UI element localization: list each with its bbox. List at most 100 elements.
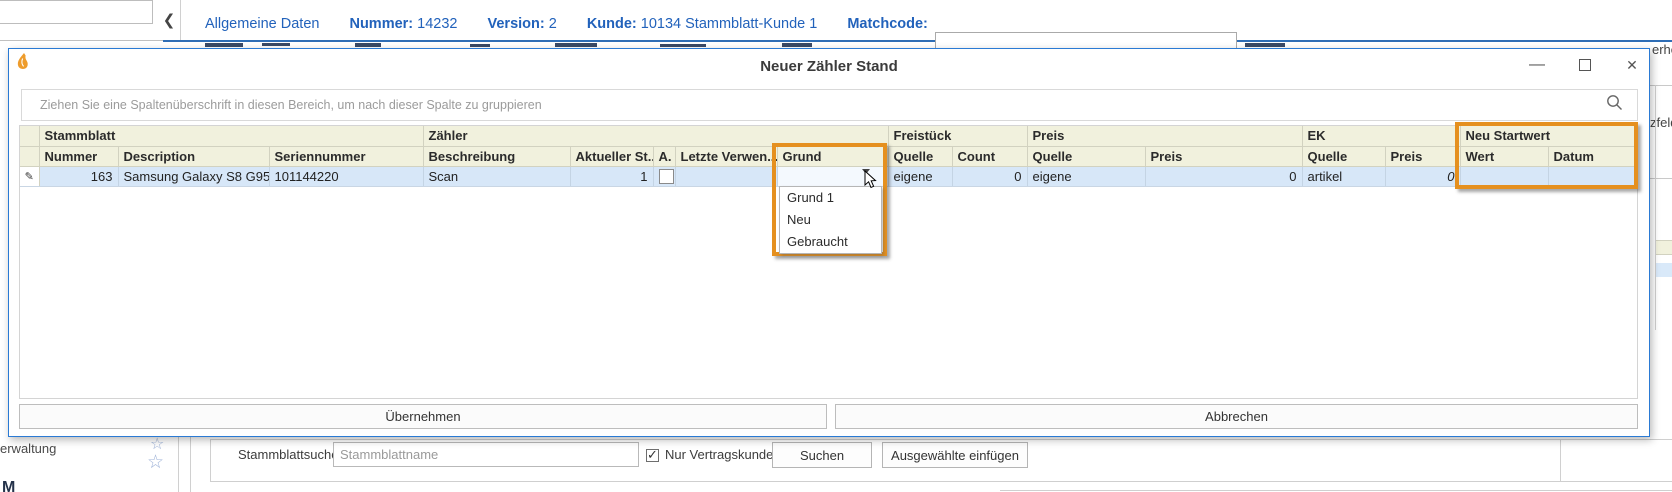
panel-border <box>210 439 1672 440</box>
favorite-star-icon[interactable]: ☆ <box>150 438 164 452</box>
stammblattsuche-label: Stammblattsuche <box>238 442 338 468</box>
group-header-blank <box>20 126 39 146</box>
abbrechen-button[interactable]: Abbrechen <box>835 404 1638 429</box>
cell-preis-preis: 0 <box>1145 166 1302 186</box>
record-matchcode[interactable]: Matchcode: <box>847 16 928 32</box>
group-header-neu-startwert[interactable]: Neu Startwert <box>1460 126 1638 146</box>
cell-ek-preis: 0 <box>1385 166 1460 186</box>
clipped-text-fragment <box>205 43 243 47</box>
record-customer[interactable]: Kunde: 10134 Stammblatt-Kunde 1 <box>587 16 818 32</box>
column-header-a[interactable]: A. <box>653 146 675 166</box>
bg-header-underline <box>163 40 1672 42</box>
bg-right-fragment-top: erhe <box>1652 42 1672 57</box>
column-header-datum[interactable]: Datum <box>1548 146 1638 166</box>
column-header-description[interactable]: Description <box>118 146 269 166</box>
cell-freistueck-quelle: eigene <box>888 166 952 186</box>
column-header-count[interactable]: Count <box>952 146 1027 166</box>
cell-neu-wert <box>1460 166 1548 186</box>
group-by-drop-area[interactable]: Ziehen Sie eine Spaltenüberschrift in di… <box>21 89 1638 121</box>
suchen-button[interactable]: Suchen <box>772 442 872 468</box>
cell-a-checkbox[interactable] <box>653 166 675 186</box>
group-header-row: Stammblatt Zähler Freistück Preis EK Neu… <box>20 126 1638 146</box>
bg-input-fragment <box>935 32 1237 49</box>
column-header-preis-quelle[interactable]: Quelle <box>1027 146 1145 166</box>
column-header-wert[interactable]: Wert <box>1460 146 1548 166</box>
nur-vertragskunde-checkbox[interactable] <box>646 449 659 462</box>
column-header-ek-quelle[interactable]: Quelle <box>1302 146 1385 166</box>
mouse-cursor-icon <box>864 170 877 194</box>
group-header-stammblatt[interactable]: Stammblatt <box>39 126 423 146</box>
dialog-title: Neuer Zähler Stand <box>9 58 1649 75</box>
column-header-grund[interactable]: Grund <box>777 146 888 166</box>
clipped-text-fragment <box>355 43 381 47</box>
record-header-section[interactable]: Allgemeine Daten <box>205 16 319 32</box>
a-checkbox[interactable] <box>659 169 674 184</box>
dropdown-option-gebraucht[interactable]: Gebraucht <box>780 231 881 253</box>
uebernehmen-button[interactable]: Übernehmen <box>19 404 827 429</box>
bg-right-fragment-mid: zfeld <box>1650 115 1672 130</box>
nur-vertragskunde-label: Nur Vertragskunde <box>665 442 773 468</box>
stammblattname-input[interactable] <box>333 442 639 467</box>
cell-seriennummer: 101144220 <box>269 166 423 186</box>
grund-dropdown-list: Grund 1 Neu Gebraucht <box>779 186 882 254</box>
cell-beschreibung: Scan <box>423 166 570 186</box>
panel-border <box>210 481 1672 482</box>
clipped-text-fragment <box>555 43 597 47</box>
maximize-button[interactable] <box>1571 55 1599 75</box>
record-number[interactable]: Nummer: 14232 <box>349 16 457 32</box>
bg-grid-row-fragment <box>1656 263 1672 277</box>
close-button[interactable]: ✕ <box>1618 55 1646 75</box>
counter-grid: Stammblatt Zähler Freistück Preis EK Neu… <box>19 125 1638 399</box>
bg-line <box>1000 490 1672 491</box>
record-header: Allgemeine Daten Nummer: 14232 Version: … <box>205 12 928 36</box>
cell-freistueck-count: 0 <box>952 166 1027 186</box>
nav-item-fragment: erwaltung <box>0 441 56 456</box>
bg-divider <box>178 437 179 492</box>
bg-divider <box>1655 85 1656 330</box>
cell-ek-quelle: artikel <box>1302 166 1385 186</box>
column-header-ek-preis[interactable]: Preis <box>1385 146 1460 166</box>
column-header-preis[interactable]: Preis <box>1145 146 1302 166</box>
panel-border <box>210 439 211 481</box>
clipped-text-fragment <box>660 44 706 47</box>
column-header-freistueck-quelle[interactable]: Quelle <box>888 146 952 166</box>
bg-line <box>1650 178 1672 179</box>
column-header-seriennummer[interactable]: Seriennummer <box>269 146 423 166</box>
cell-preis-quelle: eigene <box>1027 166 1145 186</box>
cell-description: Samsung Galaxy S8 G95... <box>118 166 269 186</box>
clipped-text-fragment <box>470 44 490 47</box>
group-header-freistueck[interactable]: Freistück <box>888 126 1027 146</box>
minimize-button[interactable]: — <box>1523 55 1551 75</box>
panel-border <box>1560 439 1561 481</box>
grid-row[interactable]: ✎ 163 Samsung Galaxy S8 G95... 101144220… <box>20 166 1638 186</box>
record-version[interactable]: Version: 2 <box>487 16 556 32</box>
bg-divider <box>190 437 191 492</box>
ausgewaehlte-einfuegen-button[interactable]: Ausgewählte einfügen <box>882 442 1028 468</box>
clipped-nav-fragment: M <box>2 479 15 492</box>
favorite-star-icon[interactable]: ☆ <box>147 456 164 470</box>
dropdown-option-neu[interactable]: Neu <box>780 209 881 231</box>
bg-line <box>1650 85 1672 86</box>
bg-left-panel-fragment <box>0 0 153 24</box>
column-header-beschreibung[interactable]: Beschreibung <box>423 146 570 166</box>
bg-divider <box>180 0 181 40</box>
group-header-zaehler[interactable]: Zähler <box>423 126 888 146</box>
column-header-nummer[interactable]: Nummer <box>39 146 118 166</box>
row-edit-indicator: ✎ <box>20 166 39 186</box>
collapse-panel-chevron[interactable]: ❮ <box>160 8 178 32</box>
cell-nummer: 163 <box>39 166 118 186</box>
clipped-text-fragment <box>262 43 290 46</box>
cell-aktueller-stand: 1 <box>570 166 653 186</box>
group-header-preis[interactable]: Preis <box>1027 126 1302 146</box>
column-header-letzte-verwendung[interactable]: Letzte Verwen... <box>675 146 777 166</box>
group-header-ek[interactable]: EK <box>1302 126 1460 146</box>
bg-grid-header-fragment <box>1656 240 1672 255</box>
bg-line <box>0 40 163 41</box>
search-icon[interactable] <box>1606 94 1623 116</box>
column-header-aktueller-stand[interactable]: Aktueller St... <box>570 146 653 166</box>
clipped-text-fragment <box>1245 43 1285 47</box>
clipped-text-fragment <box>782 43 812 47</box>
screen: ❮ Allgemeine Daten Nummer: 14232 Version… <box>0 0 1672 492</box>
maximize-icon <box>1579 59 1591 71</box>
group-by-hint: Ziehen Sie eine Spaltenüberschrift in di… <box>40 98 1606 112</box>
